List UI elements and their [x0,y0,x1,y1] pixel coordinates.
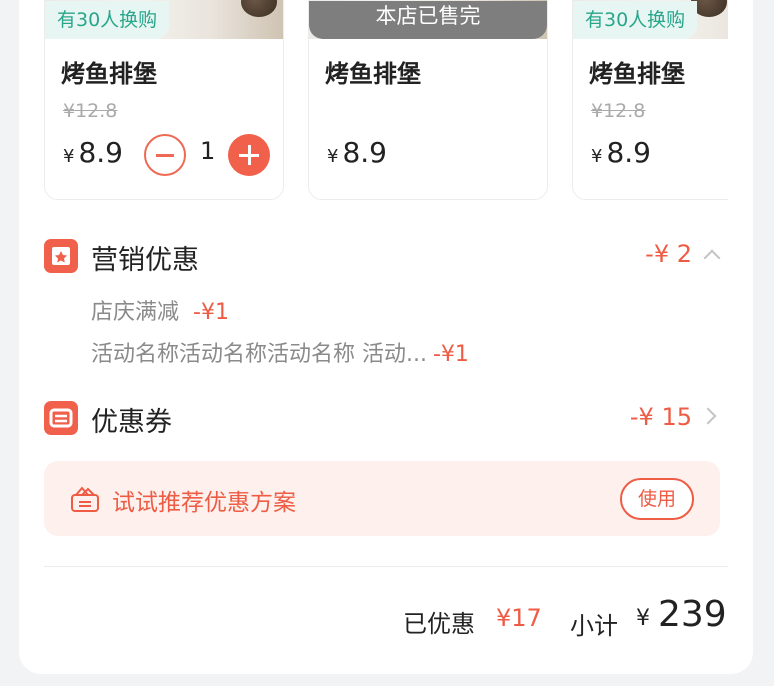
price-value: 8.9 [342,136,387,169]
subtotal-value: 239 [658,594,727,635]
saved-amount: ¥17 [496,604,542,632]
coupon-amount[interactable]: -¥ 15 [630,403,692,431]
recommend-banner: 试试推荐优惠方案 使用 [44,461,720,536]
subtotal-label: 小计 [570,612,618,640]
product-price: ¥8.9 [63,136,123,169]
currency-symbol: ¥ [591,146,603,167]
coupon-icon [44,401,78,435]
discount-label: 活动名称活动名称活动名称 活动... [91,342,427,367]
recommend-text: 试试推荐优惠方案 [112,490,296,516]
marketing-icon [44,239,78,273]
marketing-title: 营销优惠 [91,245,199,276]
divider [44,566,728,567]
discount-item: 活动名称活动名称活动名称 活动... -¥1 [91,336,469,368]
marketing-amount: -¥ 2 [645,240,692,268]
original-price: ¥12.8 [591,100,646,122]
currency-symbol: ¥ [636,606,650,631]
product-price: ¥8.9 [327,136,387,169]
product-card[interactable]: 有30人换购 烤鱼排堡 ¥12.8 ¥8.9 [572,0,728,200]
saved-label: 已优惠 [403,610,475,638]
price-value: 8.9 [606,136,651,169]
decrease-button[interactable] [144,134,186,176]
discount-item: 店庆满减 -¥1 [91,294,229,326]
use-button[interactable]: 使用 [620,478,694,520]
original-price: ¥12.8 [63,100,118,122]
discount-amount: -¥1 [432,342,469,367]
product-name: 烤鱼排堡 [61,60,157,88]
product-name: 烤鱼排堡 [589,60,685,88]
soldout-banner: 本店已售完 [309,1,547,39]
currency-symbol: ¥ [327,146,339,167]
gift-icon [71,486,99,512]
exchange-tag: 有30人换购 [45,1,170,39]
product-card[interactable]: 本店已售完 烤鱼排堡 ¥8.9 [308,0,548,200]
exchange-tag: 有30人换购 [573,1,698,39]
product-card[interactable]: 有30人换购 烤鱼排堡 ¥12.8 ¥8.9 1 [44,0,284,200]
coupon-title: 优惠券 [91,407,172,438]
price-value: 8.9 [78,136,123,169]
product-name: 烤鱼排堡 [325,60,421,88]
product-price: ¥8.9 [591,136,651,169]
quantity-value: 1 [200,137,216,165]
product-carousel[interactable]: 有30人换购 烤鱼排堡 ¥12.8 ¥8.9 1 本店已售完 烤鱼排堡 ¥8.9… [44,0,728,205]
currency-symbol: ¥ [63,146,75,167]
discount-label: 店庆满减 [91,300,180,325]
increase-button[interactable] [228,134,270,176]
discount-amount: -¥1 [193,300,229,325]
